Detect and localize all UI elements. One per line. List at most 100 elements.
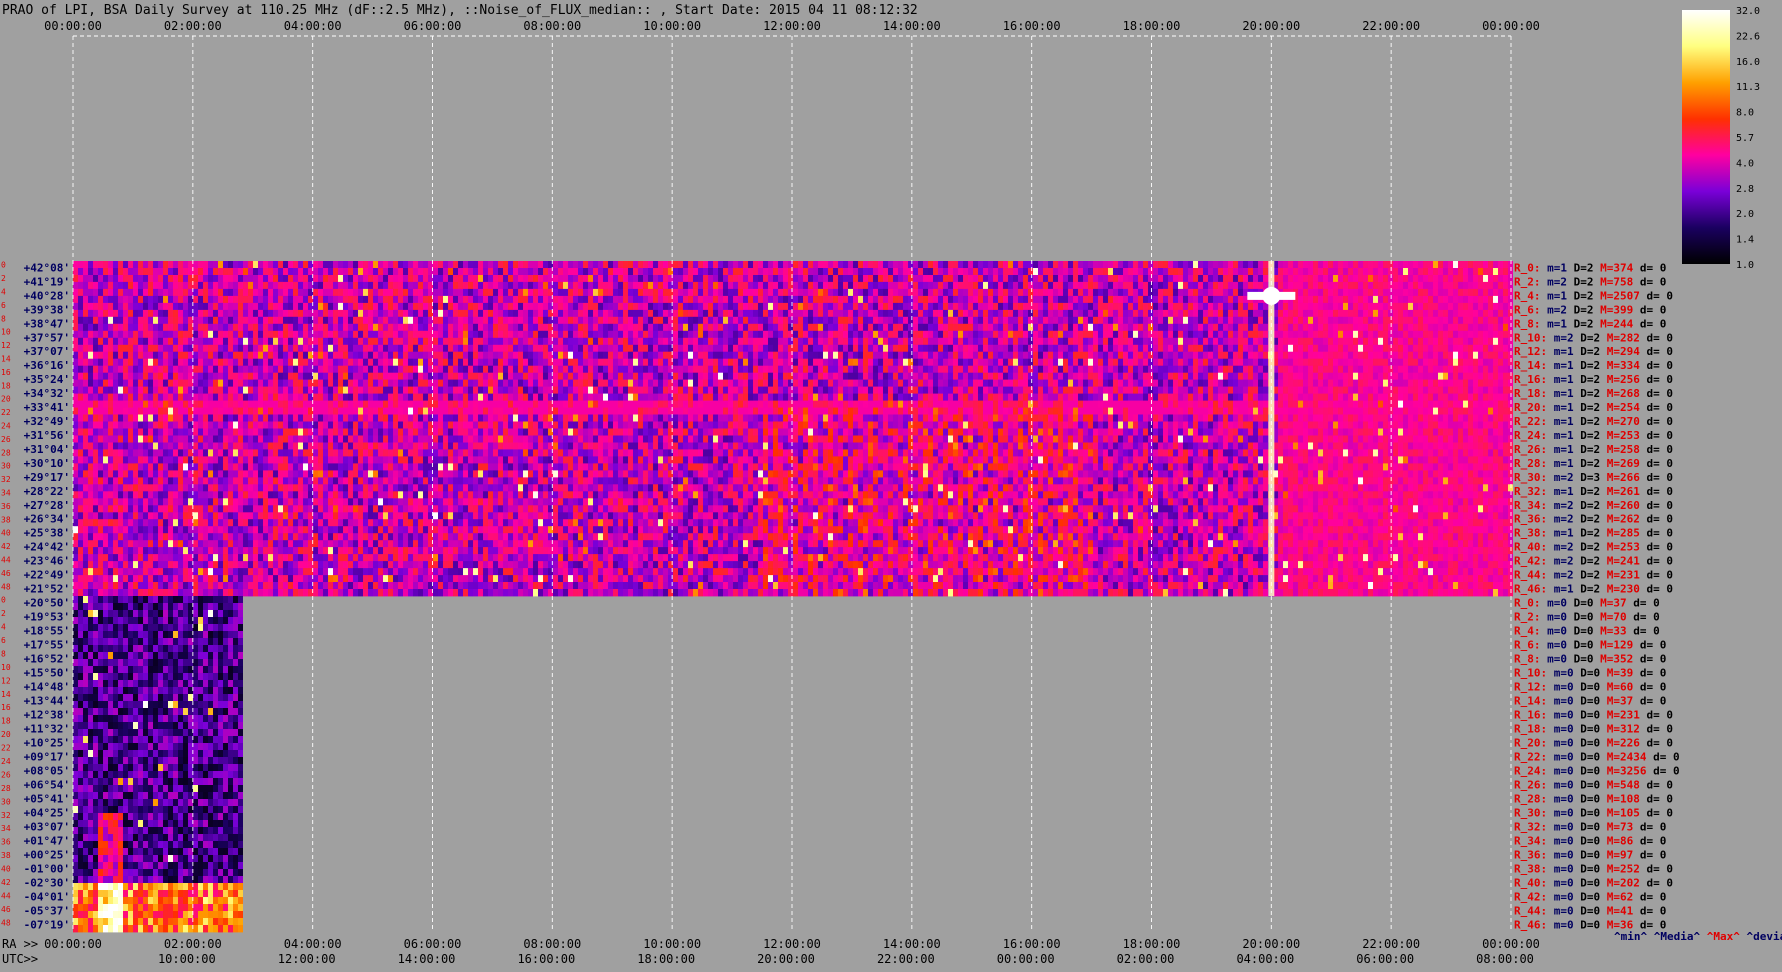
- heatmap-cell: [438, 261, 443, 269]
- heatmap-cell: [728, 281, 733, 290]
- heatmap-cell: [1058, 302, 1063, 311]
- heatmap-cell: [913, 365, 918, 374]
- heatmap-cell: [893, 268, 898, 276]
- heatmap-cell: [903, 288, 908, 297]
- heatmap-cell: [643, 295, 648, 304]
- heatmap-cell: [183, 295, 188, 304]
- heatmap-cell: [613, 316, 618, 325]
- heatmap-cell: [1308, 337, 1313, 346]
- heatmap-cell: [1223, 309, 1228, 318]
- heatmap-cell: [953, 358, 958, 367]
- heatmap-cell: [768, 288, 773, 297]
- heatmap-cell: [328, 344, 333, 353]
- heatmap-cell: [1183, 372, 1188, 381]
- heatmap-cell: [463, 365, 468, 374]
- heatmap-cell: [813, 358, 818, 367]
- heatmap-cell: [1208, 372, 1213, 381]
- heatmap-cell: [1338, 281, 1343, 290]
- heatmap-cell: [698, 372, 703, 381]
- heatmap-cell: [118, 365, 123, 374]
- heatmap-cell: [523, 295, 528, 304]
- heatmap-cell: [888, 351, 893, 360]
- heatmap-cell: [283, 302, 288, 311]
- heatmap-cell: [173, 316, 178, 325]
- heatmap-cell: [1248, 281, 1253, 290]
- heatmap-cell: [563, 365, 568, 374]
- heatmap-cell: [618, 365, 623, 374]
- heatmap-cell: [1038, 261, 1043, 269]
- heatmap-cell: [728, 302, 733, 311]
- heatmap-cell: [378, 295, 383, 304]
- heatmap-cell: [973, 302, 978, 311]
- heatmap-cell: [1068, 281, 1073, 290]
- heatmap-cell: [1073, 275, 1078, 283]
- heatmap-cell: [588, 268, 593, 276]
- heatmap-cell: [743, 302, 748, 311]
- heatmap-cell: [578, 288, 583, 297]
- heatmap-cell: [983, 275, 988, 283]
- heatmap-cell: [558, 330, 563, 339]
- heatmap-cell: [1423, 372, 1428, 381]
- heatmap-cell: [793, 302, 798, 311]
- heatmap-cell: [468, 337, 473, 346]
- heatmap-cell: [593, 268, 598, 276]
- heatmap-cell: [1193, 309, 1198, 318]
- heatmap-cell: [698, 344, 703, 353]
- heatmap-cell: [503, 302, 508, 311]
- heatmap-cell: [598, 365, 603, 374]
- heatmap-cell: [1333, 302, 1338, 311]
- heatmap-cell: [263, 365, 268, 374]
- heatmap-cell: [333, 337, 338, 346]
- heatmap-cell: [998, 288, 1003, 297]
- heatmap-cell: [608, 372, 613, 381]
- heatmap-cell: [348, 281, 353, 290]
- heatmap-cell: [218, 295, 223, 304]
- heatmap-cell: [1463, 288, 1468, 297]
- heatmap-cell: [1428, 323, 1433, 332]
- heatmap-cell: [863, 330, 868, 339]
- heatmap-cell: [448, 275, 453, 283]
- heatmap-cell: [513, 323, 518, 332]
- heatmap-cell: [218, 344, 223, 353]
- heatmap-cell: [1298, 316, 1303, 325]
- heatmap-cell: [393, 351, 398, 360]
- heatmap-cell: [1208, 295, 1213, 304]
- heatmap-cell: [873, 365, 878, 374]
- heatmap-cell: [1468, 323, 1473, 332]
- heatmap-cell: [1078, 281, 1083, 290]
- heatmap-cell: [113, 281, 118, 290]
- heatmap-cell: [148, 309, 153, 318]
- heatmap-cell: [1033, 365, 1038, 374]
- heatmap-cell: [203, 275, 208, 283]
- heatmap-cell: [108, 365, 113, 374]
- heatmap-cell: [1023, 261, 1028, 269]
- heatmap-cell: [253, 275, 258, 283]
- heatmap-cell: [573, 275, 578, 283]
- heatmap-cell: [1018, 281, 1023, 290]
- heatmap-cell: [98, 330, 103, 339]
- heatmap-cell: [1473, 330, 1478, 339]
- heatmap-cell: [1133, 351, 1138, 360]
- heatmap-cell: [113, 275, 118, 283]
- heatmap-cell: [948, 261, 953, 269]
- heatmap-cell: [933, 309, 938, 318]
- heatmap-cell: [1488, 323, 1493, 332]
- heatmap-cell: [1173, 330, 1178, 339]
- heatmap-cell: [123, 351, 128, 360]
- heatmap-cell: [493, 344, 498, 353]
- heatmap-cell: [1303, 330, 1308, 339]
- heatmap-cell: [88, 316, 93, 325]
- heatmap-cell: [1158, 365, 1163, 374]
- heatmap-cell: [648, 316, 653, 325]
- heatmap-cell: [878, 316, 883, 325]
- heatmap-cell: [173, 295, 178, 304]
- heatmap-cell: [503, 323, 508, 332]
- heatmap-cell: [1128, 295, 1133, 304]
- heatmap-cell: [93, 365, 98, 374]
- heatmap-cell: [663, 365, 668, 374]
- heatmap-cell: [678, 288, 683, 297]
- heatmap-cell: [1048, 344, 1053, 353]
- heatmap-cell: [978, 316, 983, 325]
- heatmap-cell: [93, 379, 98, 387]
- heatmap-cell: [368, 372, 373, 381]
